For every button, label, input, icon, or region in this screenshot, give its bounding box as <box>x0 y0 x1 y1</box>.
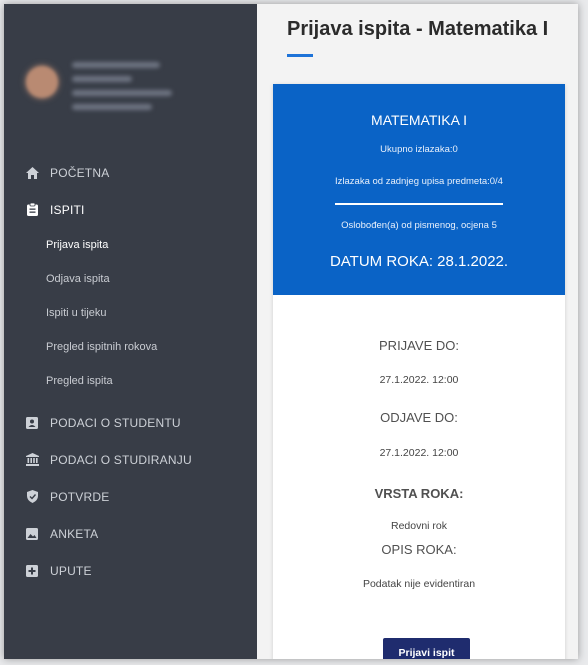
home-icon <box>25 166 39 180</box>
sidebar-item-label: PODACI O STUDIRANJU <box>50 452 192 467</box>
user-profile <box>4 4 257 144</box>
exam-description-label: OPIS ROKA: <box>381 542 457 557</box>
shield-check-icon <box>25 490 39 504</box>
sidebar-item-label: PODACI O STUDENTU <box>50 415 181 430</box>
user-name-blurred <box>72 62 160 68</box>
subject-title: MATEMATIKA I <box>371 112 467 128</box>
plus-square-icon <box>25 564 39 578</box>
sidebar-item-podaci-o-studiranju[interactable]: PODACI O STUDIRANJU <box>4 441 257 478</box>
image-icon <box>25 527 39 541</box>
ispiti-submenu: Prijava ispita Odjava ispita Ispiti u ti… <box>4 228 257 398</box>
submenu-item-pregled-ispita[interactable]: Pregled ispita <box>4 364 257 398</box>
deregister-until-label: ODJAVE DO: <box>380 410 458 425</box>
sidebar-item-upute[interactable]: UPUTE <box>4 552 257 589</box>
sidebar-item-podaci-o-studentu[interactable]: PODACI O STUDENTU <box>4 404 257 441</box>
register-until-value: 27.1.2022. 12:00 <box>379 374 459 386</box>
user-info-blurred <box>72 104 152 110</box>
clipboard-icon <box>25 203 39 217</box>
exemption-note: Oslobođen(a) od pismenog, ocjena 5 <box>341 220 497 231</box>
sidebar-item-label: UPUTE <box>50 563 92 578</box>
banner-divider <box>335 203 503 205</box>
sidebar: POČETNA ISPITI Prijava ispita Odjava isp… <box>4 4 257 659</box>
title-underline <box>287 54 313 57</box>
exam-type-value: Redovni rok <box>390 520 448 532</box>
sidebar-item-potvrde[interactable]: POTVRDE <box>4 478 257 515</box>
sidebar-item-label: POTVRDE <box>50 489 110 504</box>
sidebar-item-ispiti[interactable]: ISPITI <box>4 191 257 228</box>
sidebar-nav: POČETNA ISPITI Prijava ispita Odjava isp… <box>4 154 257 589</box>
sidebar-item-label: POČETNA <box>50 165 110 180</box>
exam-banner: MATEMATIKA I Ukupno izlazaka:0 Izlazaka … <box>273 84 565 295</box>
attempts-since-enrollment: Izlazaka od zadnjeg upisa predmeta:0/4 <box>335 176 503 187</box>
submenu-item-ispiti-u-tijeku[interactable]: Ispiti u tijeku <box>4 296 257 330</box>
sidebar-item-label: ISPITI <box>50 202 85 217</box>
app-window: POČETNA ISPITI Prijava ispita Odjava isp… <box>4 4 578 659</box>
total-attempts: Ukupno izlazaka:0 <box>380 144 458 155</box>
id-card-icon <box>25 416 39 430</box>
sidebar-item-anketa[interactable]: ANKETA <box>4 515 257 552</box>
user-info-blurred <box>72 90 172 96</box>
sidebar-item-pocetna[interactable]: POČETNA <box>4 154 257 191</box>
avatar <box>26 66 58 98</box>
exam-description-value: Podatak nije evidentiran <box>362 578 476 590</box>
sidebar-item-label: ANKETA <box>50 526 99 541</box>
deregister-until-value: 27.1.2022. 12:00 <box>379 447 459 459</box>
exam-card: MATEMATIKA I Ukupno izlazaka:0 Izlazaka … <box>273 84 565 659</box>
register-exam-button[interactable]: Prijavi ispit <box>383 638 470 659</box>
submenu-item-odjava-ispita[interactable]: Odjava ispita <box>4 262 257 296</box>
submenu-item-pregled-ispitnih-rokova[interactable]: Pregled ispitnih rokova <box>4 330 257 364</box>
exam-type-label: VRSTA ROKA: <box>374 486 464 501</box>
main-content: Prijava ispita - Matematika I MATEMATIKA… <box>257 4 578 659</box>
exam-date: DATUM ROKA: 28.1.2022. <box>329 253 509 270</box>
user-info-blurred <box>72 76 132 82</box>
page-title: Prijava ispita - Matematika I <box>287 18 549 40</box>
institution-icon <box>25 453 39 467</box>
register-until-label: PRIJAVE DO: <box>379 338 459 353</box>
submenu-item-prijava-ispita[interactable]: Prijava ispita <box>4 228 257 262</box>
